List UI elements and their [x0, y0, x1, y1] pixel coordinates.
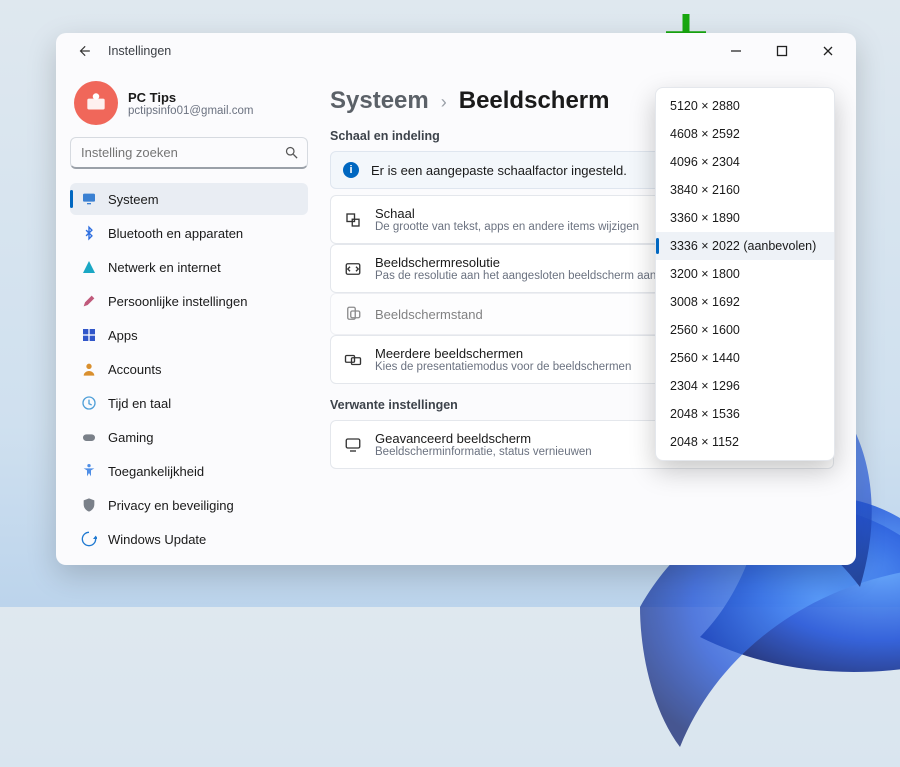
resolution-dropdown[interactable]: 5120 × 28804608 × 25924096 × 23043840 × …	[655, 87, 835, 461]
maximize-button[interactable]	[760, 36, 804, 66]
sidebar-item-toegankelijkheid[interactable]: Toegankelijkheid	[70, 455, 308, 487]
titlebar: Instellingen	[56, 33, 856, 69]
avatar	[74, 81, 118, 125]
tile-title: Schaal	[375, 206, 639, 221]
search-input[interactable]	[79, 144, 278, 161]
clock-icon	[80, 394, 98, 412]
sidebar-item-bluetooth-en-apparaten[interactable]: Bluetooth en apparaten	[70, 217, 308, 249]
monitor-icon	[80, 190, 98, 208]
window-title: Instellingen	[108, 44, 171, 58]
sidebar-item-label: Privacy en beveiliging	[108, 498, 234, 513]
minimize-button[interactable]	[714, 36, 758, 66]
maximize-icon	[776, 45, 788, 57]
shield-icon	[80, 496, 98, 514]
tile-subtitle: Kies de presentatiemodus voor de beeldsc…	[375, 361, 631, 373]
breadcrumb-sep: ›	[441, 92, 447, 113]
avatar-icon	[83, 90, 109, 116]
sidebar-item-label: Persoonlijke instellingen	[108, 294, 247, 309]
info-icon: i	[343, 162, 359, 178]
tile-subtitle: De grootte van tekst, apps en andere ite…	[375, 221, 639, 233]
sidebar-item-gaming[interactable]: Gaming	[70, 421, 308, 453]
tile-subtitle: Beeldscherminformatie, status vernieuwen	[375, 446, 592, 458]
bluetooth-icon	[80, 224, 98, 242]
close-icon	[822, 45, 834, 57]
tile-title: Geavanceerd beeldscherm	[375, 431, 592, 446]
search-icon	[284, 145, 299, 160]
update-icon	[80, 530, 98, 548]
resolution-option[interactable]: 3200 × 1800	[656, 260, 834, 288]
resolution-icon	[343, 259, 363, 279]
orientation-icon	[343, 304, 363, 324]
arrow-left-icon	[77, 44, 91, 58]
sidebar-item-label: Toegankelijkheid	[108, 464, 204, 479]
minimize-icon	[730, 45, 742, 57]
gaming-icon	[80, 428, 98, 446]
sidebar-nav: Systeem Bluetooth en apparaten Netwerk e…	[70, 183, 308, 555]
sidebar-item-windows-update[interactable]: Windows Update	[70, 523, 308, 555]
accessibility-icon	[80, 462, 98, 480]
settings-window: Instellingen PC Tips pctipsinfo01@gmail.…	[56, 33, 856, 565]
resolution-option[interactable]: 2048 × 1536	[656, 400, 834, 428]
sidebar-item-label: Gaming	[108, 430, 154, 445]
wifi-icon	[80, 258, 98, 276]
window-controls	[714, 36, 850, 66]
brush-icon	[80, 292, 98, 310]
banner-text: Er is een aangepaste schaalfactor ingest…	[371, 163, 627, 178]
profile-name: PC Tips	[128, 90, 253, 105]
sidebar-item-label: Apps	[108, 328, 138, 343]
adv-monitor-icon	[343, 435, 363, 455]
resolution-option[interactable]: 5120 × 2880	[656, 92, 834, 120]
profile[interactable]: PC Tips pctipsinfo01@gmail.com	[70, 79, 308, 127]
person-icon	[80, 360, 98, 378]
scale-icon	[343, 210, 363, 230]
sidebar-item-label: Tijd en taal	[108, 396, 171, 411]
sidebar-item-label: Accounts	[108, 362, 161, 377]
sidebar: PC Tips pctipsinfo01@gmail.com Systeem B…	[56, 69, 320, 565]
resolution-option[interactable]: 3008 × 1692	[656, 288, 834, 316]
sidebar-item-label: Systeem	[108, 192, 159, 207]
resolution-option[interactable]: 2560 × 1600	[656, 316, 834, 344]
resolution-option[interactable]: 4608 × 2592	[656, 120, 834, 148]
apps-icon	[80, 326, 98, 344]
sidebar-item-systeem[interactable]: Systeem	[70, 183, 308, 215]
multi-icon	[343, 350, 363, 370]
breadcrumb-parent[interactable]: Systeem	[330, 87, 429, 115]
resolution-option[interactable]: 2560 × 1440	[656, 344, 834, 372]
profile-email: pctipsinfo01@gmail.com	[128, 105, 253, 117]
resolution-option[interactable]: 2048 × 1152	[656, 428, 834, 456]
search-box[interactable]	[70, 137, 308, 169]
sidebar-item-privacy-en-beveiliging[interactable]: Privacy en beveiliging	[70, 489, 308, 521]
resolution-option[interactable]: 2304 × 1296	[656, 372, 834, 400]
sidebar-item-apps[interactable]: Apps	[70, 319, 308, 351]
tile-title: Meerdere beeldschermen	[375, 346, 631, 361]
close-button[interactable]	[806, 36, 850, 66]
sidebar-item-tijd-en-taal[interactable]: Tijd en taal	[70, 387, 308, 419]
sidebar-item-netwerk-en-internet[interactable]: Netwerk en internet	[70, 251, 308, 283]
resolution-option[interactable]: 3336 × 2022 (aanbevolen)	[656, 232, 834, 260]
sidebar-item-label: Netwerk en internet	[108, 260, 221, 275]
tile-title: Beeldschermstand	[375, 307, 483, 322]
breadcrumb-current: Beeldscherm	[459, 87, 610, 115]
resolution-option[interactable]: 3840 × 2160	[656, 176, 834, 204]
resolution-option[interactable]: 4096 × 2304	[656, 148, 834, 176]
resolution-option[interactable]: 3360 × 1890	[656, 204, 834, 232]
tile-subtitle: Pas de resolutie aan het aangesloten bee…	[375, 270, 656, 282]
sidebar-item-label: Windows Update	[108, 532, 206, 547]
tile-title: Beeldschermresolutie	[375, 255, 656, 270]
sidebar-item-accounts[interactable]: Accounts	[70, 353, 308, 385]
sidebar-item-label: Bluetooth en apparaten	[108, 226, 243, 241]
sidebar-item-persoonlijke-instellingen[interactable]: Persoonlijke instellingen	[70, 285, 308, 317]
back-button[interactable]	[70, 37, 98, 65]
